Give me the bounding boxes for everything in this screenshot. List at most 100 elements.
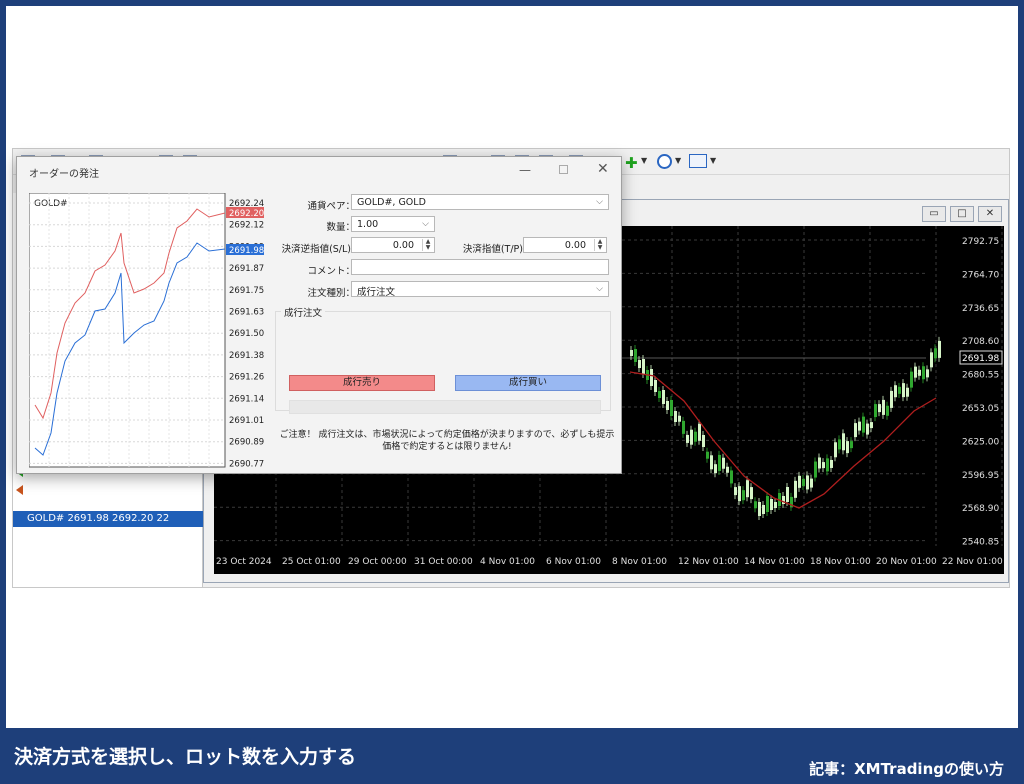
candle-body	[670, 400, 673, 416]
order-type-value: 成行注文	[357, 287, 396, 298]
candle-body	[842, 433, 845, 451]
candle-body	[718, 454, 721, 471]
date-tick-label: 6 Nov 01:00	[546, 557, 601, 567]
indicators-plus-icon[interactable]: ✚	[625, 154, 638, 172]
comment-input[interactable]	[351, 259, 609, 275]
symbol-select[interactable]: GOLD#, GOLD ⌵	[351, 194, 609, 210]
candle-body	[750, 487, 753, 500]
date-tick-label: 18 Nov 01:00	[810, 557, 871, 567]
candle-body	[642, 359, 645, 374]
maximize-icon[interactable]	[559, 165, 568, 174]
date-tick-label: 25 Oct 01:00	[282, 557, 341, 567]
candle-body	[882, 399, 885, 415]
order-type-label: 注文種別：	[307, 288, 355, 299]
price-tick-label: 2692.12	[229, 221, 264, 231]
candle-body	[854, 423, 857, 438]
order-progress-bar	[289, 400, 601, 414]
candle-body	[630, 350, 633, 356]
minimize-icon[interactable]: —	[519, 163, 531, 177]
candle-body	[678, 415, 681, 422]
candle-body	[682, 420, 685, 434]
candle-body	[686, 434, 689, 443]
candle-body	[710, 455, 713, 470]
buy-by-market-button[interactable]: 成行買い	[455, 375, 601, 391]
stop-loss-label: 決済逆指値(S/L)	[281, 244, 351, 255]
candle-body	[738, 486, 741, 502]
candle-body	[794, 480, 797, 498]
chevron-down-icon: ⌵	[596, 197, 603, 207]
price-tick-label: 2690.89	[229, 438, 264, 448]
candle-body	[858, 421, 861, 431]
price-tick-label: 2736.65	[962, 304, 999, 314]
date-tick-label: 29 Oct 00:00	[348, 557, 407, 567]
order-type-select[interactable]: 成行注文 ⌵	[351, 281, 609, 298]
symbol-value: GOLD#, GOLD	[357, 197, 426, 208]
current-price-label: 2691.98	[962, 354, 999, 364]
periods-clock-icon[interactable]	[657, 154, 672, 169]
chevron-down-icon: ⌵	[596, 284, 603, 294]
candle-body	[726, 466, 729, 473]
candle-body	[766, 496, 769, 512]
symbol-row-selected[interactable]: GOLD# 2691.98 2692.20 22	[13, 511, 203, 527]
volume-select[interactable]: 1.00 ⌵	[351, 216, 435, 232]
candle-body	[846, 441, 849, 454]
volume-value: 1.00	[357, 219, 379, 230]
candle-body	[890, 390, 893, 408]
take-profit-input[interactable]: 0.00 ▲ ▼	[523, 237, 607, 253]
candle-body	[774, 502, 777, 508]
price-tick-label: 2764.70	[962, 270, 999, 280]
candle-body	[814, 461, 817, 478]
price-tick-label: 2691.01	[229, 416, 264, 426]
price-tick-label: 2691.63	[229, 308, 264, 318]
credit: 記事：XMTradingの使い方	[809, 760, 1004, 778]
candle-body	[938, 340, 941, 358]
chevron-down-icon[interactable]: ▼	[710, 156, 716, 165]
tick-chart: GOLD#2692.242692.122691.992691.872691.75…	[29, 193, 264, 469]
candle-body	[674, 411, 677, 422]
candle-body	[818, 457, 821, 469]
candle-body	[758, 502, 761, 516]
candle-body	[662, 390, 665, 404]
price-tick-label: 2691.50	[229, 329, 264, 339]
templates-icon[interactable]	[689, 154, 707, 168]
candle-body	[734, 487, 737, 496]
candle-body	[922, 366, 925, 380]
close-button[interactable]: ✕	[978, 206, 1002, 222]
candle-body	[746, 480, 749, 498]
price-tick-label: 2708.60	[962, 337, 999, 347]
stop-loss-value: 0.00	[392, 240, 414, 251]
caption: 決済方式を選択し、ロット数を入力する	[14, 746, 357, 768]
candle-body	[806, 475, 809, 490]
candle-body	[874, 404, 877, 418]
spinner-icon[interactable]: ▲ ▼	[422, 239, 433, 251]
candle-body	[762, 505, 765, 514]
chevron-down-icon[interactable]: ▼	[675, 156, 681, 165]
take-profit-label: 決済指値(T/P)	[462, 244, 523, 255]
minimize-button[interactable]: ▭	[922, 206, 946, 222]
candle-body	[918, 369, 921, 376]
dialog-title: オーダーの発注	[29, 169, 99, 180]
price-tick-label: 2625.00	[962, 437, 999, 447]
candle-body	[830, 459, 833, 468]
sell-by-market-button[interactable]: 成行売り	[289, 375, 435, 391]
maximize-button[interactable]: □	[950, 206, 974, 222]
chevron-down-icon[interactable]: ▼	[641, 156, 647, 165]
candle-body	[730, 470, 733, 484]
candle-body	[822, 462, 825, 469]
date-tick-label: 23 Oct 2024	[216, 557, 272, 567]
candle-body	[694, 431, 697, 442]
price-tick-label: 2691.26	[229, 373, 264, 383]
date-tick-label: 8 Nov 01:00	[612, 557, 667, 567]
arrow-down-icon	[16, 485, 23, 495]
candle-body	[930, 352, 933, 368]
candle-body	[798, 475, 801, 488]
volume-label: 数量：	[326, 222, 355, 233]
close-icon[interactable]: ✕	[597, 161, 609, 177]
price-tick-label: 2792.75	[962, 237, 999, 247]
bid-price-label: 2691.98	[229, 246, 264, 256]
stop-loss-input[interactable]: 0.00 ▲ ▼	[351, 237, 435, 253]
spinner-icon[interactable]: ▲ ▼	[594, 239, 605, 251]
price-tick-label: 2691.87	[229, 264, 264, 274]
candle-body	[902, 383, 905, 398]
candle-body	[850, 441, 853, 449]
